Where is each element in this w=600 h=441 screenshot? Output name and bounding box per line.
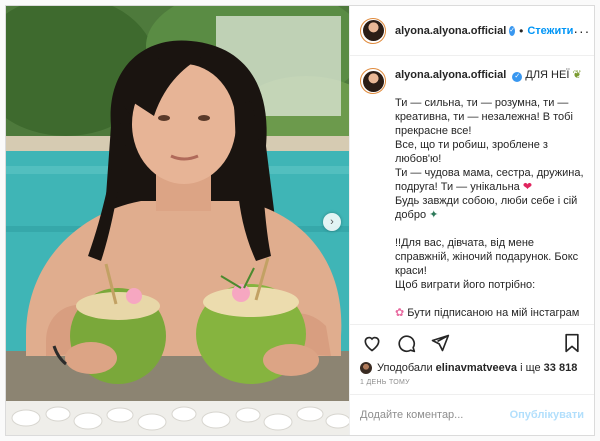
liker-avatar[interactable]: [360, 362, 372, 374]
more-options-icon[interactable]: ···: [573, 23, 590, 39]
red-heart-emoji-icon: ❤: [522, 181, 533, 193]
caption-avatar[interactable]: [360, 68, 386, 94]
follow-button[interactable]: Стежити: [527, 25, 573, 37]
caption-intro: ДЛЯ НЕЇ: [525, 69, 570, 81]
comment-bar: Додайте коментар... Опублікувати: [350, 395, 594, 435]
comment-icon[interactable]: [394, 331, 418, 355]
heart-icon[interactable]: [360, 331, 384, 355]
caption-text: alyona.alyona.official ✓ ДЛЯ НЕЇ ❦ Ти — …: [395, 68, 584, 324]
liker-username[interactable]: elinavmatveeva: [436, 362, 517, 374]
likes-count[interactable]: 33 818: [544, 362, 578, 374]
post-frame: › alyona.alyona.official ✓ • Стежити ···…: [5, 5, 595, 436]
post-header: alyona.alyona.official ✓ • Стежити ···: [350, 6, 594, 56]
header-username[interactable]: alyona.alyona.official: [395, 25, 506, 37]
likes-row: Уподобали elinavmatveeva і ще 33 818: [350, 360, 594, 376]
post-timestamp[interactable]: 1 ДЕНЬ ТОМУ: [350, 376, 594, 395]
photo-illustration: [6, 6, 349, 435]
comment-input[interactable]: Додайте коментар...: [360, 409, 463, 421]
share-icon[interactable]: [428, 331, 452, 355]
post-comment-button[interactable]: Опублікувати: [510, 409, 584, 421]
post-side-panel: alyona.alyona.official ✓ • Стежити ··· a…: [349, 6, 594, 435]
caption-line: Бути підписаною на мій інстаграм та теле…: [395, 307, 580, 324]
action-bar: [350, 324, 594, 360]
verified-badge-icon: ✓: [512, 72, 523, 82]
likes-prefix: Уподобали: [377, 362, 433, 374]
likes-suffix: і ще: [520, 362, 541, 374]
caption-line: !!Для вас, дівчата, від мене справжній, …: [395, 237, 579, 277]
post-photo[interactable]: ›: [6, 6, 349, 435]
separator: •: [519, 23, 524, 38]
avatar[interactable]: [360, 17, 386, 44]
caption-area: alyona.alyona.official ✓ ДЛЯ НЕЇ ❦ Ти — …: [350, 56, 594, 324]
caption-line: Будь завжди собою, люби себе і сій добро: [395, 195, 578, 221]
caption-line: Ти — чудова мама, сестра, дружина, подру…: [395, 167, 584, 193]
verified-badge-icon: ✓: [509, 25, 516, 36]
flower-emoji-icon: ✿: [395, 307, 405, 319]
plant-emoji-icon: ❦: [572, 69, 582, 81]
carousel-next-icon[interactable]: ›: [323, 213, 341, 231]
sparkle-emoji-icon: ✦: [429, 209, 439, 221]
caption-line: Все, що ти робиш, зроблене з любов'ю!: [395, 139, 548, 165]
caption-username[interactable]: alyona.alyona.official: [395, 69, 506, 81]
caption-line: Ти — сильна, ти — розумна, ти — креативн…: [395, 97, 573, 137]
caption-line: Щоб виграти його потрібно:: [395, 279, 536, 291]
bookmark-icon[interactable]: [560, 331, 584, 355]
